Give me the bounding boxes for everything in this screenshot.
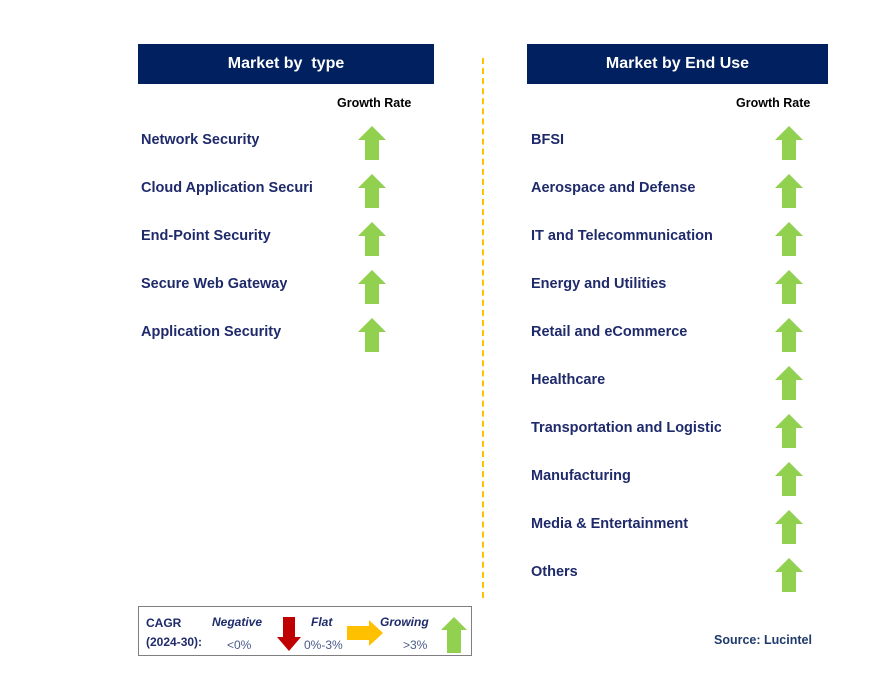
segment-label: Secure Web Gateway <box>141 276 288 292</box>
growth-up-arrow-icon <box>775 270 803 304</box>
legend-negative-label: Negative <box>212 615 263 629</box>
segment-label: Energy and Utilities <box>531 276 667 292</box>
segment-label: Transportation and Logistic <box>531 420 721 436</box>
legend-growing-label: Growing <box>380 615 429 629</box>
growth-up-arrow-icon <box>358 318 386 352</box>
segment-label: Network Security <box>141 132 260 148</box>
growth-up-arrow-icon <box>775 222 803 256</box>
right-panel-header: Market by End Use <box>527 44 828 84</box>
legend-flat-label: Flat <box>311 615 333 629</box>
growth-up-arrow-icon <box>358 174 386 208</box>
growth-up-arrow-icon <box>358 222 386 256</box>
legend-flat-range: 0%-3% <box>304 638 343 652</box>
yellow-right-arrow-icon <box>347 620 383 646</box>
growth-up-arrow-icon <box>775 126 803 160</box>
red-down-arrow-icon <box>277 617 301 651</box>
legend-cagr-label: CAGR <box>146 616 182 630</box>
cagr-legend: CAGR (2024-30): Negative <0% Flat 0%-3% … <box>138 606 472 656</box>
right-growth-rate-label: Growth Rate <box>736 96 811 110</box>
segment-label: Cloud Application Securi <box>141 180 313 196</box>
source-credit: Source: Lucintel <box>714 633 812 647</box>
segment-label: Aerospace and Defense <box>531 180 696 196</box>
segment-label: Others <box>531 564 578 580</box>
growth-up-arrow-icon <box>775 414 803 448</box>
left-growth-rate-label: Growth Rate <box>337 96 412 110</box>
growth-up-arrow-icon <box>775 174 803 208</box>
legend-negative-range: <0% <box>227 638 252 652</box>
segment-label: IT and Telecommunication <box>531 228 713 244</box>
growth-up-arrow-icon <box>358 126 386 160</box>
left-panel-title: Market by type <box>227 55 345 72</box>
legend-growing-range: >3% <box>403 638 428 652</box>
left-panel-header: Market by type <box>138 44 434 84</box>
green-up-arrow-icon <box>441 617 467 653</box>
right-panel-title: Market by End Use <box>605 55 750 72</box>
segment-label: Media & Entertainment <box>531 516 689 532</box>
growth-up-arrow-icon <box>775 462 803 496</box>
segment-label: Healthcare <box>531 372 606 388</box>
growth-up-arrow-icon <box>775 510 803 544</box>
segment-label: Manufacturing <box>531 468 631 484</box>
growth-up-arrow-icon <box>358 270 386 304</box>
segment-label: End-Point Security <box>141 228 271 244</box>
growth-up-arrow-icon <box>775 318 803 352</box>
growth-up-arrow-icon <box>775 366 803 400</box>
segment-label: Retail and eCommerce <box>531 324 688 340</box>
legend-period-label: (2024-30): <box>146 635 203 649</box>
segment-label: Application Security <box>141 324 282 340</box>
growth-up-arrow-icon <box>775 558 803 592</box>
segment-label: BFSI <box>531 132 565 148</box>
panel-divider <box>482 58 484 598</box>
